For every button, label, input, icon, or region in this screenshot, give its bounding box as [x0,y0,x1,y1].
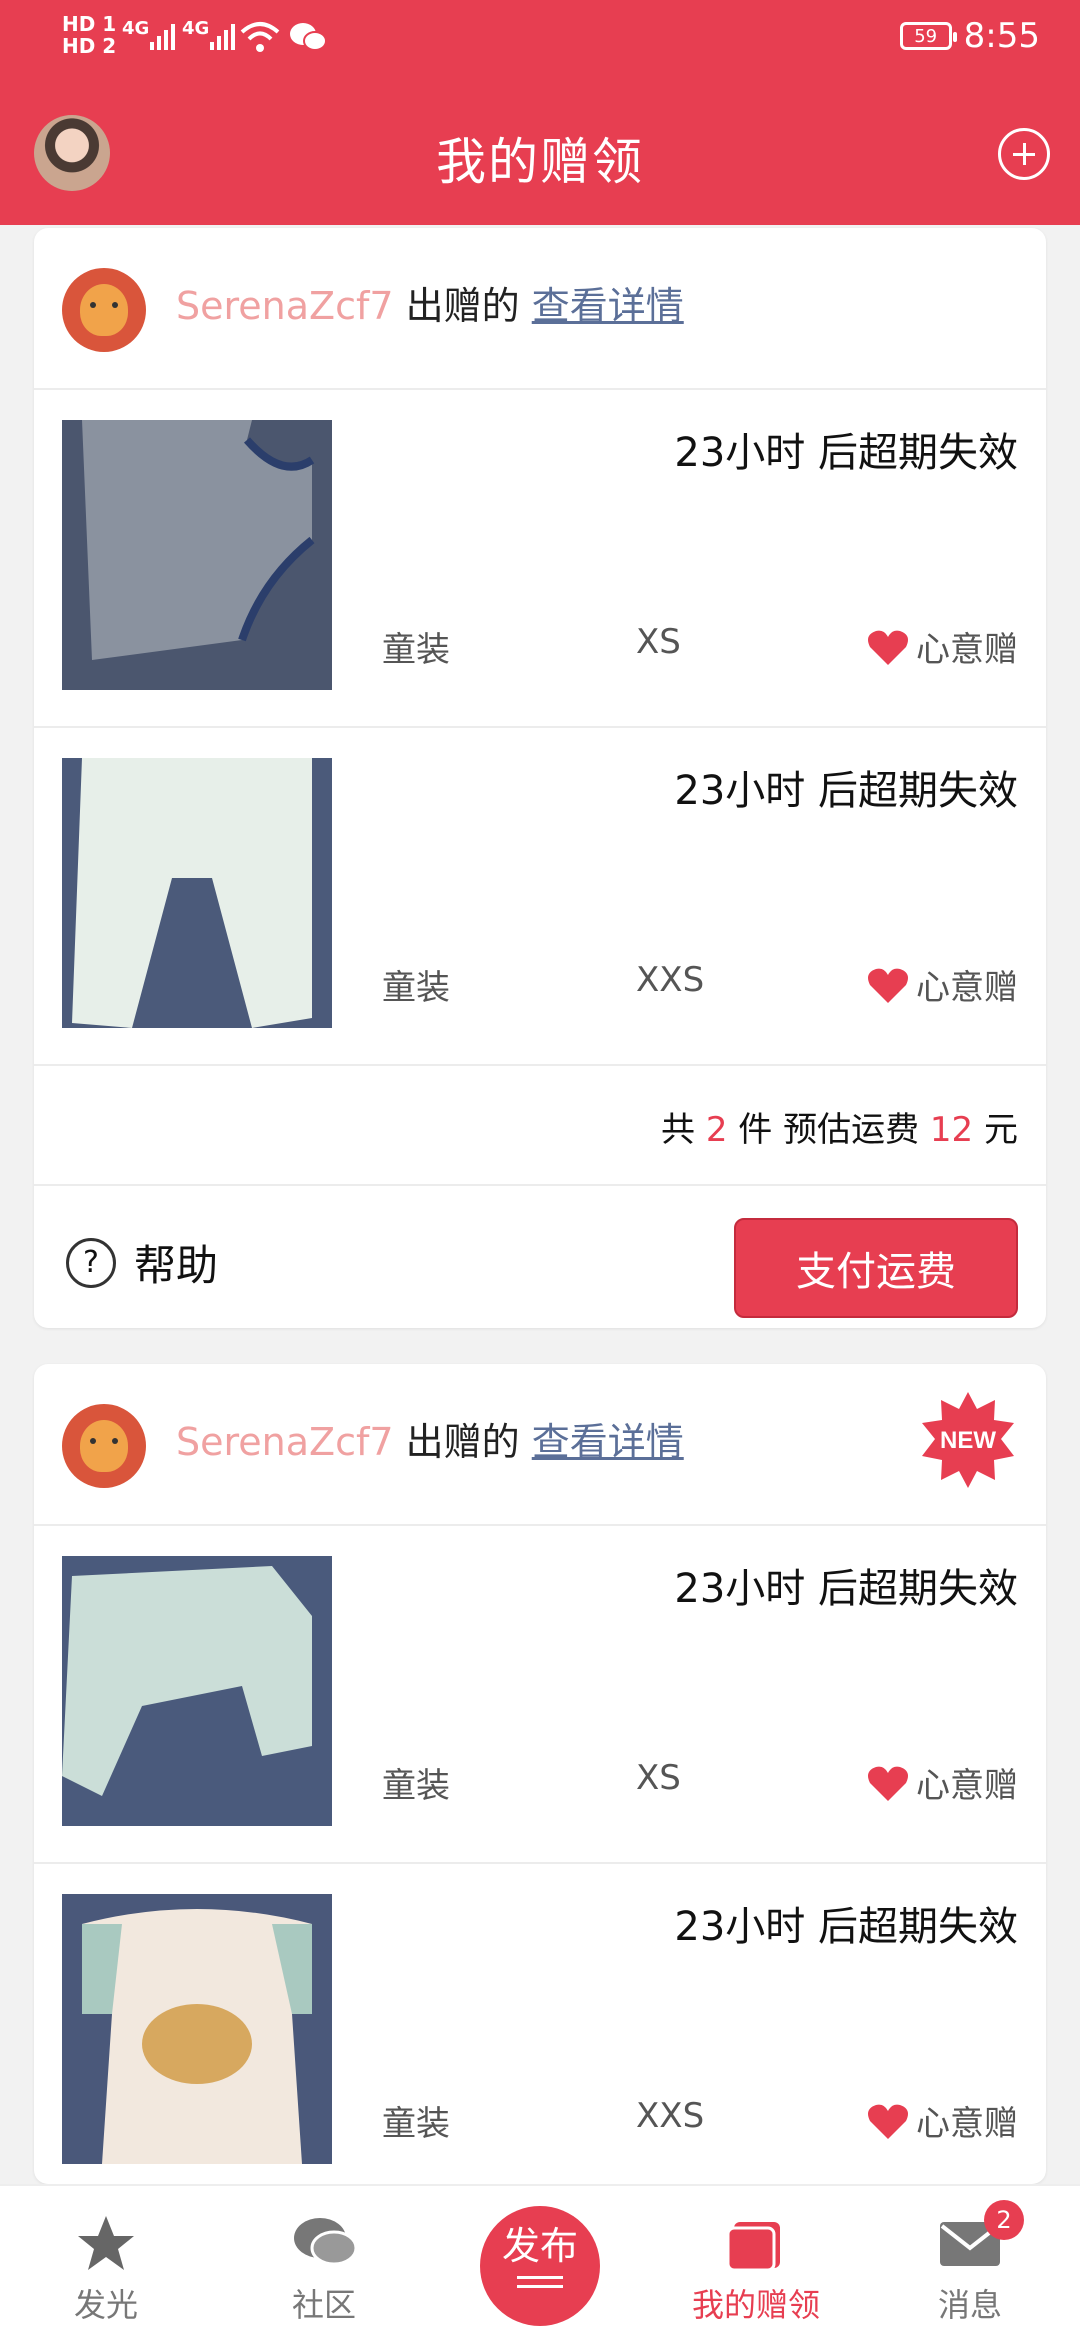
item-photo[interactable] [62,1894,332,2164]
view-details-link[interactable]: 查看详情 [532,284,684,328]
item-category: 童装 [382,1766,450,1806]
battery-icon: 59 [899,22,957,50]
heart-icon [868,2104,908,2139]
network-type: 4G [122,18,150,39]
item-size: XS [636,1758,681,1798]
nav-label: 社区 [291,2286,356,2324]
network-type-2: 4G [182,18,210,39]
gift-tag-label: 心意赠 [916,2104,1018,2144]
svg-text:NEW: NEW [940,1427,996,1454]
donor-name[interactable]: SerenaZcf7 [176,1420,394,1464]
donated-text: 出赠的 [405,1420,520,1464]
signal-icon-2 [210,20,235,50]
donor-avatar[interactable] [62,1404,146,1488]
message-count-badge: 2 [984,2200,1024,2240]
shipping-fee: 12 [929,1110,974,1150]
nav-item-shine[interactable]: 发光 [36,2214,176,2326]
list-item[interactable]: 23小时 后超期失效 童装 XS 心意赠 [34,1526,1046,1864]
donated-text: 出赠的 [405,284,520,328]
status-bar: HD 1 HD 2 4G 4G 59 8:55 [0,0,1080,80]
publish-label: 发布 [501,2224,578,2268]
view-details-link[interactable]: 查看详情 [532,1420,684,1464]
order-card: SerenaZcf7 出赠的 查看详情 23小时 后超期失效 童装 XS 心意赠 [34,228,1046,1328]
nav-label: 消息 [937,2286,1002,2324]
new-badge: NEW [922,1392,1014,1488]
item-category: 童装 [382,630,450,670]
item-category: 童装 [382,968,450,1008]
gift-tag-label: 心意赠 [916,630,1018,670]
nav-label: 发光 [73,2286,138,2324]
order-header: SerenaZcf7 出赠的 查看详情 [34,228,1046,390]
gift-tag: 心意赠 [866,622,1018,671]
help-label: 帮助 [134,1241,219,1290]
item-photo[interactable] [62,758,332,1028]
expire-text: 23小时 后超期失效 [674,430,1018,476]
gift-tag: 心意赠 [866,1758,1018,1807]
donor-name[interactable]: SerenaZcf7 [176,284,394,328]
nav-item-community[interactable]: 社区 [254,2214,394,2326]
add-icon[interactable] [998,128,1050,180]
summary-text: 共 2 件 预估运费 12 元 [661,1110,1018,1150]
item-photo[interactable] [62,1556,332,1826]
donor-line: SerenaZcf7 出赠的 查看详情 [176,1414,684,1470]
donor-avatar[interactable] [62,268,146,352]
list-item[interactable]: 23小时 后超期失效 童装 XXS 心意赠 [34,728,1046,1066]
signal-icon [150,20,175,50]
item-size: XXS [636,2096,705,2136]
star-icon [78,2216,134,2270]
menu-lines-icon [517,2276,563,2288]
expire-text: 23小时 后超期失效 [674,768,1018,814]
item-category: 童装 [382,2104,450,2144]
expire-text: 23小时 后超期失效 [674,1904,1018,1950]
order-summary: 共 2 件 预估运费 12 元 [34,1066,1046,1186]
expire-text: 23小时 后超期失效 [674,1566,1018,1612]
clock: 8:55 [963,16,1040,56]
publish-button[interactable]: 发布 [480,2206,600,2326]
app-header: HD 1 HD 2 4G 4G 59 8:55 我的赠领 [0,0,1080,225]
nav-item-my-gifts[interactable]: 我的赠领 [686,2214,826,2326]
gift-tag: 心意赠 [866,2096,1018,2145]
donor-line: SerenaZcf7 出赠的 查看详情 [176,278,684,334]
gift-tag-label: 心意赠 [916,968,1018,1008]
list-item[interactable]: 23小时 后超期失效 童装 XXS 心意赠 [34,1864,1046,2184]
nav-label: 我的赠领 [691,2286,820,2324]
order-card: SerenaZcf7 出赠的 查看详情 NEW 23小时 后超期失效 童装 XS… [34,1364,1046,2184]
question-icon: ? [66,1237,116,1288]
chat-icon [294,2218,358,2266]
order-header: SerenaZcf7 出赠的 查看详情 NEW [34,1364,1046,1526]
cards-icon [726,2222,780,2272]
help-button[interactable]: ? 帮助 [66,1232,218,1293]
page-title: 我的赠领 [436,133,644,191]
heart-icon [868,630,908,665]
item-size: XS [636,622,681,662]
wifi-icon [240,20,280,58]
wechat-icon [288,20,328,58]
item-count: 2 [705,1110,728,1150]
item-photo[interactable] [62,420,332,690]
sim1-label: HD 1 [62,12,117,36]
gift-tag: 心意赠 [866,960,1018,1009]
status-right: 59 8:55 [899,16,1040,56]
heart-icon [868,968,908,1003]
item-size: XXS [636,960,705,1000]
heart-icon [868,1766,908,1801]
list-item[interactable]: 23小时 后超期失效 童装 XS 心意赠 [34,390,1046,728]
sim2-label: HD 2 [62,34,117,58]
bottom-nav: 发光 社区 发布 我的赠领 消息 2 [0,2184,1080,2342]
pay-shipping-button[interactable]: 支付运费 [734,1218,1018,1318]
order-actions: ? 帮助 支付运费 [34,1186,1046,1328]
gift-tag-label: 心意赠 [916,1766,1018,1806]
